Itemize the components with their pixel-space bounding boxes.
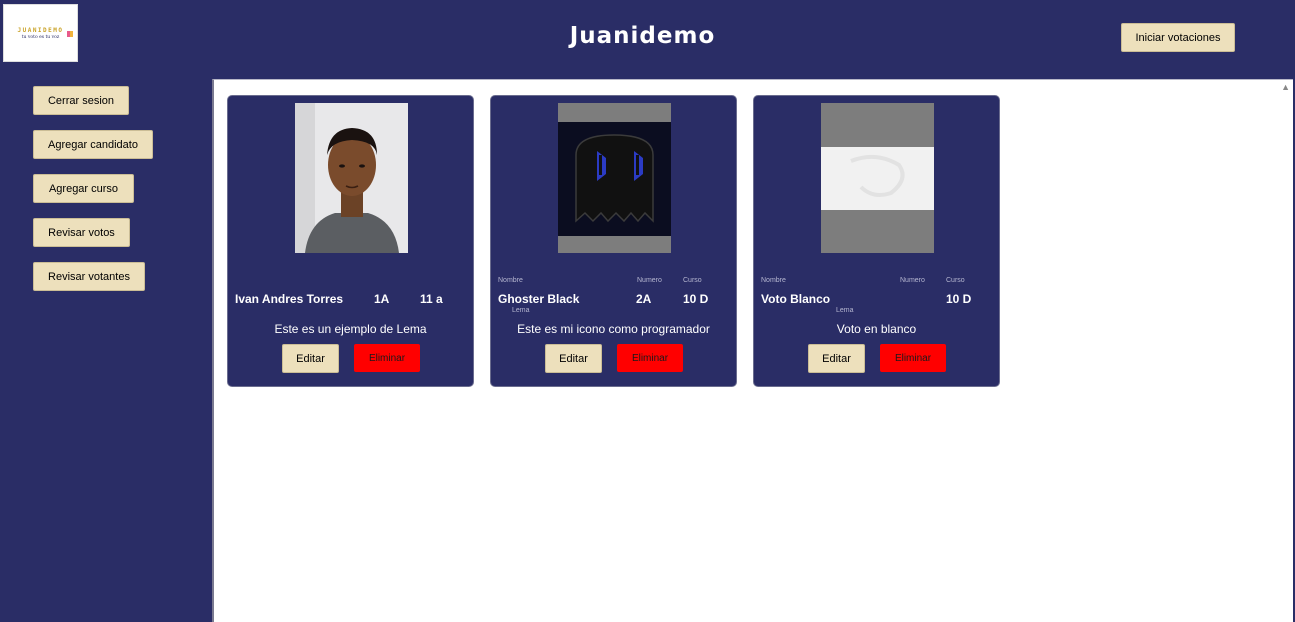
course-label: Curso [946,277,965,284]
edit-button[interactable]: Editar [282,344,339,373]
motto-label: Lema [512,307,530,314]
candidate-number: 1A [374,292,390,306]
candidate-name: Ivan Andres Torres [235,292,344,306]
candidate-card: Nombre Numero Curso Ghoster Black 2A 10 … [490,95,737,387]
candidate-photo [558,103,671,253]
candidate-motto: Este es un ejemplo de Lema [274,322,427,336]
review-votes-button[interactable]: Revisar votos [33,218,130,247]
candidate-course: 10 D [946,292,972,306]
name-label: Nombre [498,277,523,284]
number-label: Numero [900,277,925,284]
candidate-course: 11 a [420,292,443,306]
course-label: Curso [683,277,702,284]
candidate-name: Ghoster Black [498,292,580,306]
candidate-photo [821,103,934,253]
start-voting-button[interactable]: Iniciar votaciones [1121,23,1235,52]
motto-label: Lema [836,307,854,314]
candidate-course: 10 D [683,292,709,306]
candidate-photo [295,103,408,253]
delete-button[interactable]: Eliminar [617,344,683,372]
candidate-number: 2A [636,292,652,306]
delete-button[interactable]: Eliminar [354,344,420,372]
candidate-card: Ivan Andres Torres 1A 11 a Este es un ej… [227,95,474,387]
add-candidate-button[interactable]: Agregar candidato [33,130,153,159]
delete-button[interactable]: Eliminar [880,344,946,372]
candidate-motto: Este es mi icono como programador [517,322,710,336]
edit-button[interactable]: Editar [808,344,865,373]
page-title: Juanidemo [569,23,716,49]
candidate-motto: Voto en blanco [836,322,917,336]
logout-button[interactable]: Cerrar sesion [33,86,129,115]
add-course-button[interactable]: Agregar curso [33,174,134,203]
name-label: Nombre [761,277,786,284]
candidate-name: Voto Blanco [761,292,831,306]
sidebar: Cerrar sesion Agregar candidato Agregar … [0,78,212,622]
header: JUANIDEMO tu voto es tu voz Juanidemo In… [0,0,1295,78]
main-content: ▲ Ivan Andres Torres 1A 11 a Este es un … [212,79,1293,622]
review-voters-button[interactable]: Revisar votantes [33,262,145,291]
number-label: Numero [637,277,662,284]
candidate-card: Nombre Numero Curso Voto Blanco 10 D Lem… [753,95,1000,387]
edit-button[interactable]: Editar [545,344,602,373]
scroll-up-icon[interactable]: ▲ [1281,82,1290,92]
